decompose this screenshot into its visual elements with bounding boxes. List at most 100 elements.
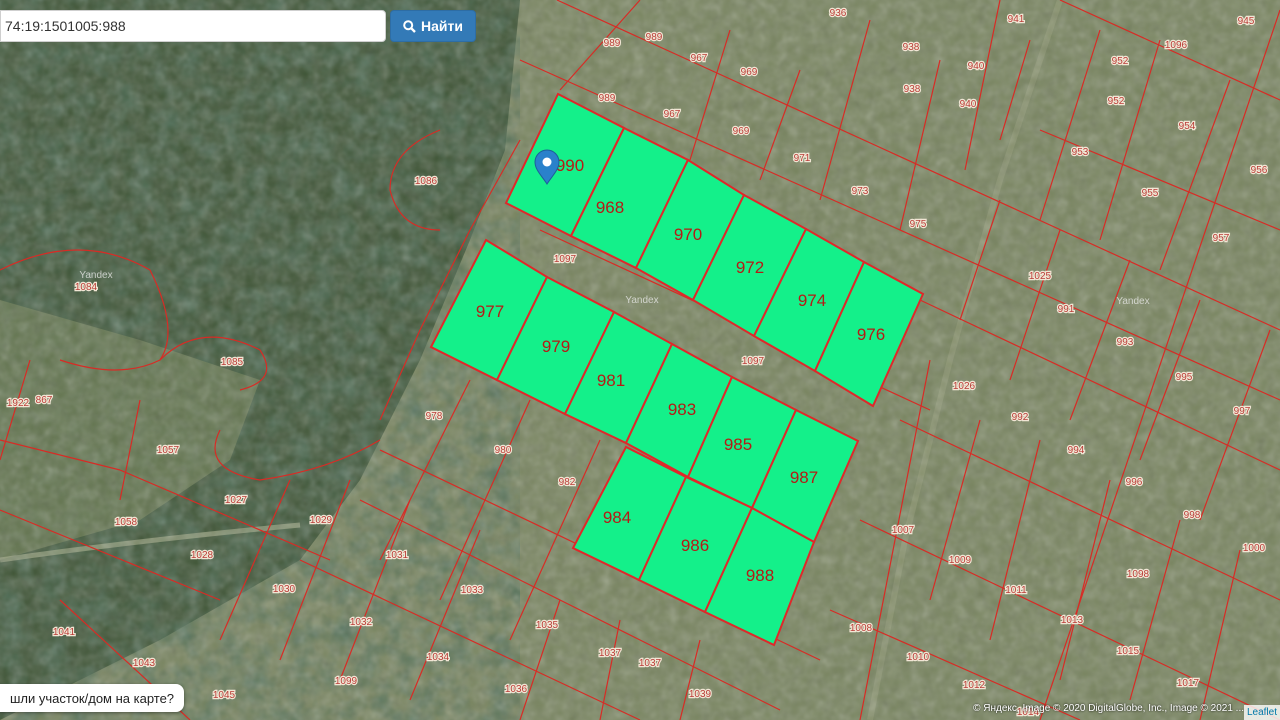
parcel-label: 1008: [850, 623, 873, 634]
parcel-label: 941: [1008, 14, 1025, 25]
parcel-label: 1030: [273, 584, 296, 595]
parcel-label: 1032: [350, 617, 373, 628]
parcel-label: 1058: [115, 517, 138, 528]
parcel-label: 993: [1117, 337, 1134, 348]
help-text: шли участок/дом на карте?: [10, 690, 175, 706]
parcel-label: 1034: [427, 652, 450, 663]
parcel-label: 982: [559, 477, 576, 488]
parcel-label: 1041: [53, 627, 76, 638]
highlighted-parcel-label: 974: [798, 291, 826, 310]
parcel-label: 945: [1238, 16, 1255, 27]
parcel-label: 1097: [554, 254, 577, 265]
parcel-label: 975: [910, 219, 927, 230]
parcel-label: 1036: [505, 684, 528, 695]
parcel-label: 1922: [7, 398, 30, 409]
parcel-label: 1057: [157, 445, 180, 456]
highlighted-parcel-label: 983: [668, 400, 696, 419]
highlighted-parcel-label: 985: [724, 435, 752, 454]
parcel-label: 952: [1112, 56, 1129, 67]
highlighted-parcel-label: 987: [790, 468, 818, 487]
yandex-watermark: Yandex: [1116, 296, 1149, 307]
parcel-label: 995: [1176, 372, 1193, 383]
highlighted-parcel-label: 977: [476, 302, 504, 321]
parcel-label: 938: [903, 42, 920, 53]
search-bar: Найти: [0, 9, 476, 43]
parcel-label: 969: [733, 126, 750, 137]
highlighted-parcel-label: 986: [681, 536, 709, 555]
highlighted-parcel-label: 976: [857, 325, 885, 344]
yandex-watermark: Yandex: [79, 270, 112, 281]
parcel-label: 967: [691, 53, 708, 64]
highlighted-parcel-label: 988: [746, 566, 774, 585]
highlighted-parcel-label: 972: [736, 258, 764, 277]
highlighted-parcel-label: 968: [596, 198, 624, 217]
parcel-label: 1010: [907, 652, 930, 663]
parcel-label: 1031: [386, 550, 409, 561]
parcel-label: 1037: [639, 658, 662, 669]
parcel-label: 1096: [1165, 40, 1188, 51]
parcel-label: 1039: [689, 689, 712, 700]
highlighted-parcel-label: 990: [556, 156, 584, 175]
search-button[interactable]: Найти: [390, 10, 476, 42]
parcel-label: 1012: [963, 680, 986, 691]
parcel-label: 1013: [1061, 615, 1084, 626]
parcel-label: 1045: [213, 690, 236, 701]
parcel-label: 971: [794, 153, 811, 164]
parcel-label: 1000: [1243, 543, 1266, 554]
parcel-label: 994: [1068, 445, 1085, 456]
search-icon: [403, 19, 416, 33]
map-attribution: © Яндекс, Image © 2020 DigitalGlobe, Inc…: [973, 703, 1244, 714]
parcel-label: 1084: [75, 282, 98, 293]
parcel-label: 1007: [892, 525, 915, 536]
parcel-label: 1037: [599, 648, 622, 659]
parcel-label: 1009: [949, 555, 972, 566]
parcel-label: 1029: [310, 515, 333, 526]
highlighted-parcel-label: 984: [603, 508, 631, 527]
parcel-label: 991: [1058, 304, 1075, 315]
search-button-label: Найти: [421, 18, 463, 34]
parcel-label: 978: [426, 411, 443, 422]
parcel-label: 989: [599, 93, 616, 104]
parcel-label: 936: [830, 8, 847, 19]
highlighted-parcel-label: 981: [597, 371, 625, 390]
parcel-label: 940: [968, 61, 985, 72]
parcel-label: 1085: [221, 357, 244, 368]
parcel-label: 997: [1234, 406, 1251, 417]
parcel-label: 1043: [133, 658, 156, 669]
parcel-label: 1086: [415, 176, 438, 187]
parcel-label: 980: [495, 445, 512, 456]
parcel-label: 1033: [461, 585, 484, 596]
parcel-label: 1011: [1005, 585, 1027, 596]
highlighted-parcel-label: 979: [542, 337, 570, 356]
highlighted-parcel-label: 970: [674, 225, 702, 244]
parcel-label: 956: [1251, 165, 1268, 176]
parcel-label: 1015: [1117, 646, 1140, 657]
parcel-label: 1026: [953, 381, 976, 392]
map-canvas[interactable]: 990 968 970 972 974 976 977 979 981 983 985 987 984 9…: [0, 0, 1280, 720]
help-bubble[interactable]: шли участок/дом на карте?: [0, 684, 185, 712]
parcel-label: 1027: [225, 495, 248, 506]
parcel-label: 955: [1142, 188, 1159, 199]
parcel-label: 1097: [742, 356, 765, 367]
parcel-label: 996: [1126, 477, 1143, 488]
parcel-label: 938: [904, 84, 921, 95]
parcel-label: 989: [604, 38, 621, 49]
parcel-label: 953: [1072, 147, 1089, 158]
parcel-label: 998: [1184, 510, 1201, 521]
search-input[interactable]: [0, 10, 386, 42]
parcel-label: 957: [1213, 233, 1230, 244]
parcel-label: 867: [36, 395, 53, 406]
parcel-label: 989: [646, 32, 663, 43]
parcel-label: 1025: [1029, 271, 1052, 282]
parcel-label: 1099: [335, 676, 358, 687]
leaflet-link[interactable]: Leaflet: [1243, 705, 1280, 720]
parcel-label: 973: [852, 186, 869, 197]
parcel-label: 969: [741, 67, 758, 78]
parcel-label: 1017: [1177, 678, 1200, 689]
parcel-label: 1098: [1127, 569, 1150, 580]
parcel-label: 967: [664, 109, 681, 120]
parcel-label: 992: [1012, 412, 1029, 423]
parcel-label: 1035: [536, 620, 559, 631]
parcel-label: 1028: [191, 550, 214, 561]
parcel-label: 952: [1108, 96, 1125, 107]
